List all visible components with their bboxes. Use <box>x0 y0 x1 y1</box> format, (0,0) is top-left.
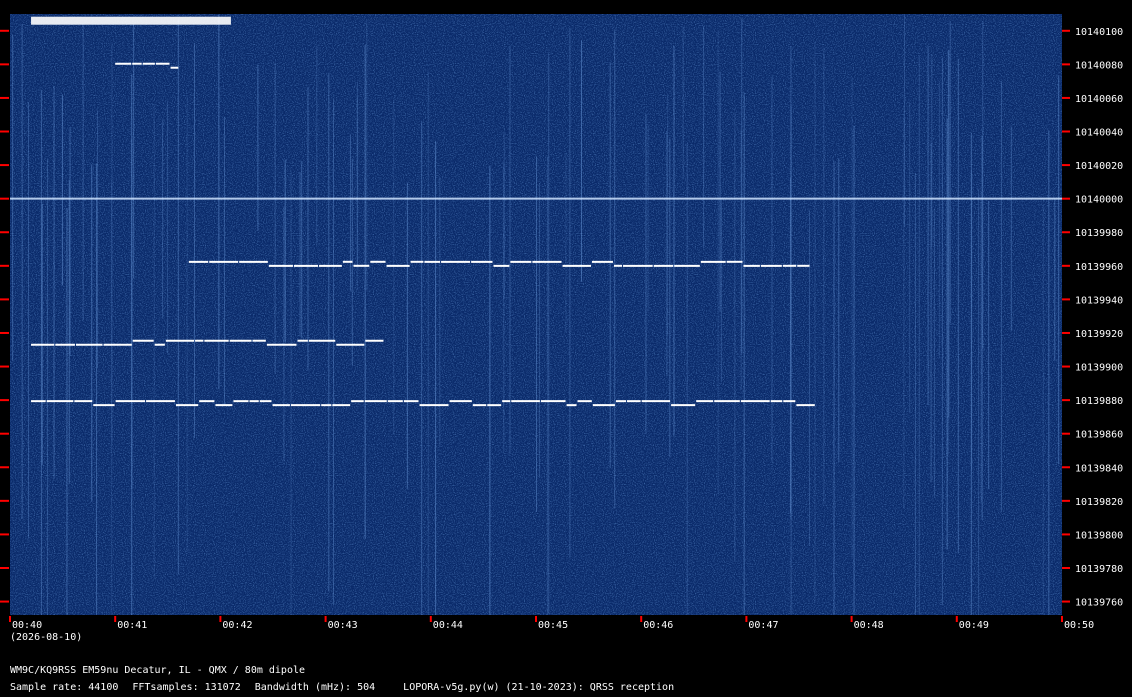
y-tick-label: 10140020 <box>1075 161 1123 172</box>
waterfall-chart: 10140100 10140080 10140060 10140040 10140020… <box>0 14 1123 643</box>
station-info: WM9C/KQ9RSS EM59nu Decatur, IL - QMX / 8… <box>10 665 306 676</box>
y-tick-label: 10139840 <box>1075 463 1123 474</box>
settings-row: Sample rate: 44100 FFTsamples: 131072 Band… <box>10 679 674 696</box>
x-axis-date-label: (2026-08-10) <box>10 632 82 643</box>
y-tick-label: 10140000 <box>1075 195 1123 206</box>
x-tick-label: 00:44 <box>433 620 463 631</box>
y-tick-label: 10139860 <box>1075 430 1123 441</box>
fft-samples: FFTsamples: 131072 <box>132 682 241 693</box>
y-tick-label: 10140100 <box>1075 27 1123 38</box>
y-tick-label: 10139780 <box>1075 564 1123 575</box>
x-tick-label: 00:46 <box>643 620 673 631</box>
x-tick-label: 00:42 <box>222 620 252 631</box>
x-tick-label: 00:50 <box>1064 620 1094 631</box>
y-tick-label: 10140080 <box>1075 60 1123 71</box>
software-version: LOPORA-v5g.py(w) (21-10-2023): QRSS rece… <box>403 682 675 693</box>
x-tick-label: 00:40 <box>12 620 42 631</box>
y-tick-label: 10139820 <box>1075 497 1123 508</box>
y-tick-label: 10139960 <box>1075 262 1123 273</box>
y-tick-label: 10140060 <box>1075 94 1123 105</box>
y-tick-label: 10140040 <box>1075 128 1123 139</box>
y-tick-label: 10139940 <box>1075 295 1123 306</box>
x-tick-label: 00:41 <box>117 620 147 631</box>
x-tick-label: 00:45 <box>538 620 568 631</box>
footer-info: WM9C/KQ9RSS EM59nu Decatur, IL - QMX / 8… <box>10 662 674 696</box>
bandwidth: Bandwidth (mHz): 504 <box>254 682 376 693</box>
x-tick-label: 00:47 <box>748 620 778 631</box>
y-tick-label: 10139800 <box>1075 530 1123 541</box>
y-tick-label: 10139980 <box>1075 228 1123 239</box>
y-tick-label: 10139900 <box>1075 363 1123 374</box>
x-tick-label: 00:49 <box>959 620 989 631</box>
y-tick-label: 10139920 <box>1075 329 1123 340</box>
y-tick-label: 10139880 <box>1075 396 1123 407</box>
y-tick-label: 10139760 <box>1075 598 1123 609</box>
burst-trace <box>31 16 231 25</box>
x-tick-label: 00:43 <box>328 620 358 631</box>
x-tick-label: 00:48 <box>854 620 884 631</box>
sample-rate: Sample rate: 44100 <box>10 682 119 693</box>
